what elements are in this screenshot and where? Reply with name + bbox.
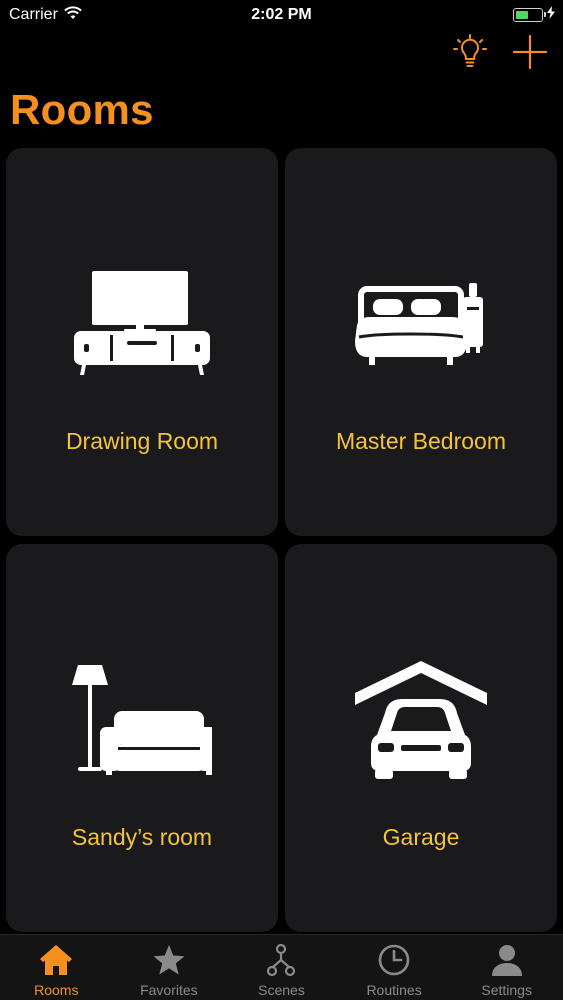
tab-scenes[interactable]: Scenes	[225, 935, 337, 998]
wifi-icon	[64, 5, 82, 25]
room-name: Garage	[382, 824, 460, 850]
lightbulb-button[interactable]	[449, 33, 491, 75]
plus-icon	[511, 33, 549, 76]
room-name: Drawing Room	[65, 428, 219, 454]
room-card-drawing-room[interactable]: Drawing Room	[6, 148, 278, 536]
tab-label: Routines	[366, 982, 422, 998]
lightbulb-icon	[450, 32, 490, 77]
person-icon	[490, 942, 524, 978]
room-card-master-bedroom[interactable]: Master Bedroom	[285, 148, 557, 536]
tv-stand-icon	[6, 268, 278, 378]
bed-icon	[285, 268, 557, 378]
tab-label: Scenes	[258, 982, 305, 998]
carrier-label: Carrier	[9, 6, 58, 23]
room-card-sandys-room[interactable]: Sandy’s room	[6, 544, 278, 932]
tab-settings[interactable]: Settings	[451, 935, 563, 998]
home-icon	[38, 942, 74, 978]
rooms-grid: Drawing Room Master Bedroom Sandy’s room…	[6, 148, 557, 932]
top-actions	[449, 33, 551, 75]
room-name: Sandy’s room	[71, 824, 213, 850]
charging-bolt-icon	[547, 6, 555, 24]
tab-label: Favorites	[140, 982, 198, 998]
status-left: Carrier	[0, 5, 82, 25]
tab-routines[interactable]: Routines	[338, 935, 450, 998]
tab-favorites[interactable]: Favorites	[113, 935, 225, 998]
clock-icon	[377, 942, 411, 978]
scenes-icon	[266, 942, 296, 978]
sofa-lamp-icon	[6, 664, 278, 775]
tab-bar: Rooms Favorites Scenes Routines Settings	[0, 934, 563, 1000]
add-room-button[interactable]	[509, 33, 551, 75]
battery-icon	[513, 8, 546, 22]
page-title: Rooms	[10, 86, 154, 133]
room-name: Master Bedroom	[335, 428, 506, 454]
tab-label: Settings	[481, 982, 532, 998]
status-time: 2:02 PM	[251, 6, 312, 23]
tab-rooms[interactable]: Rooms	[0, 935, 112, 998]
room-card-garage[interactable]: Garage	[285, 544, 557, 932]
status-bar: Carrier 2:02 PM	[0, 0, 563, 30]
status-right	[513, 6, 563, 24]
tab-label: Rooms	[34, 982, 79, 998]
garage-car-icon	[285, 661, 557, 779]
star-icon	[152, 942, 186, 978]
battery-level-fill	[516, 11, 528, 19]
